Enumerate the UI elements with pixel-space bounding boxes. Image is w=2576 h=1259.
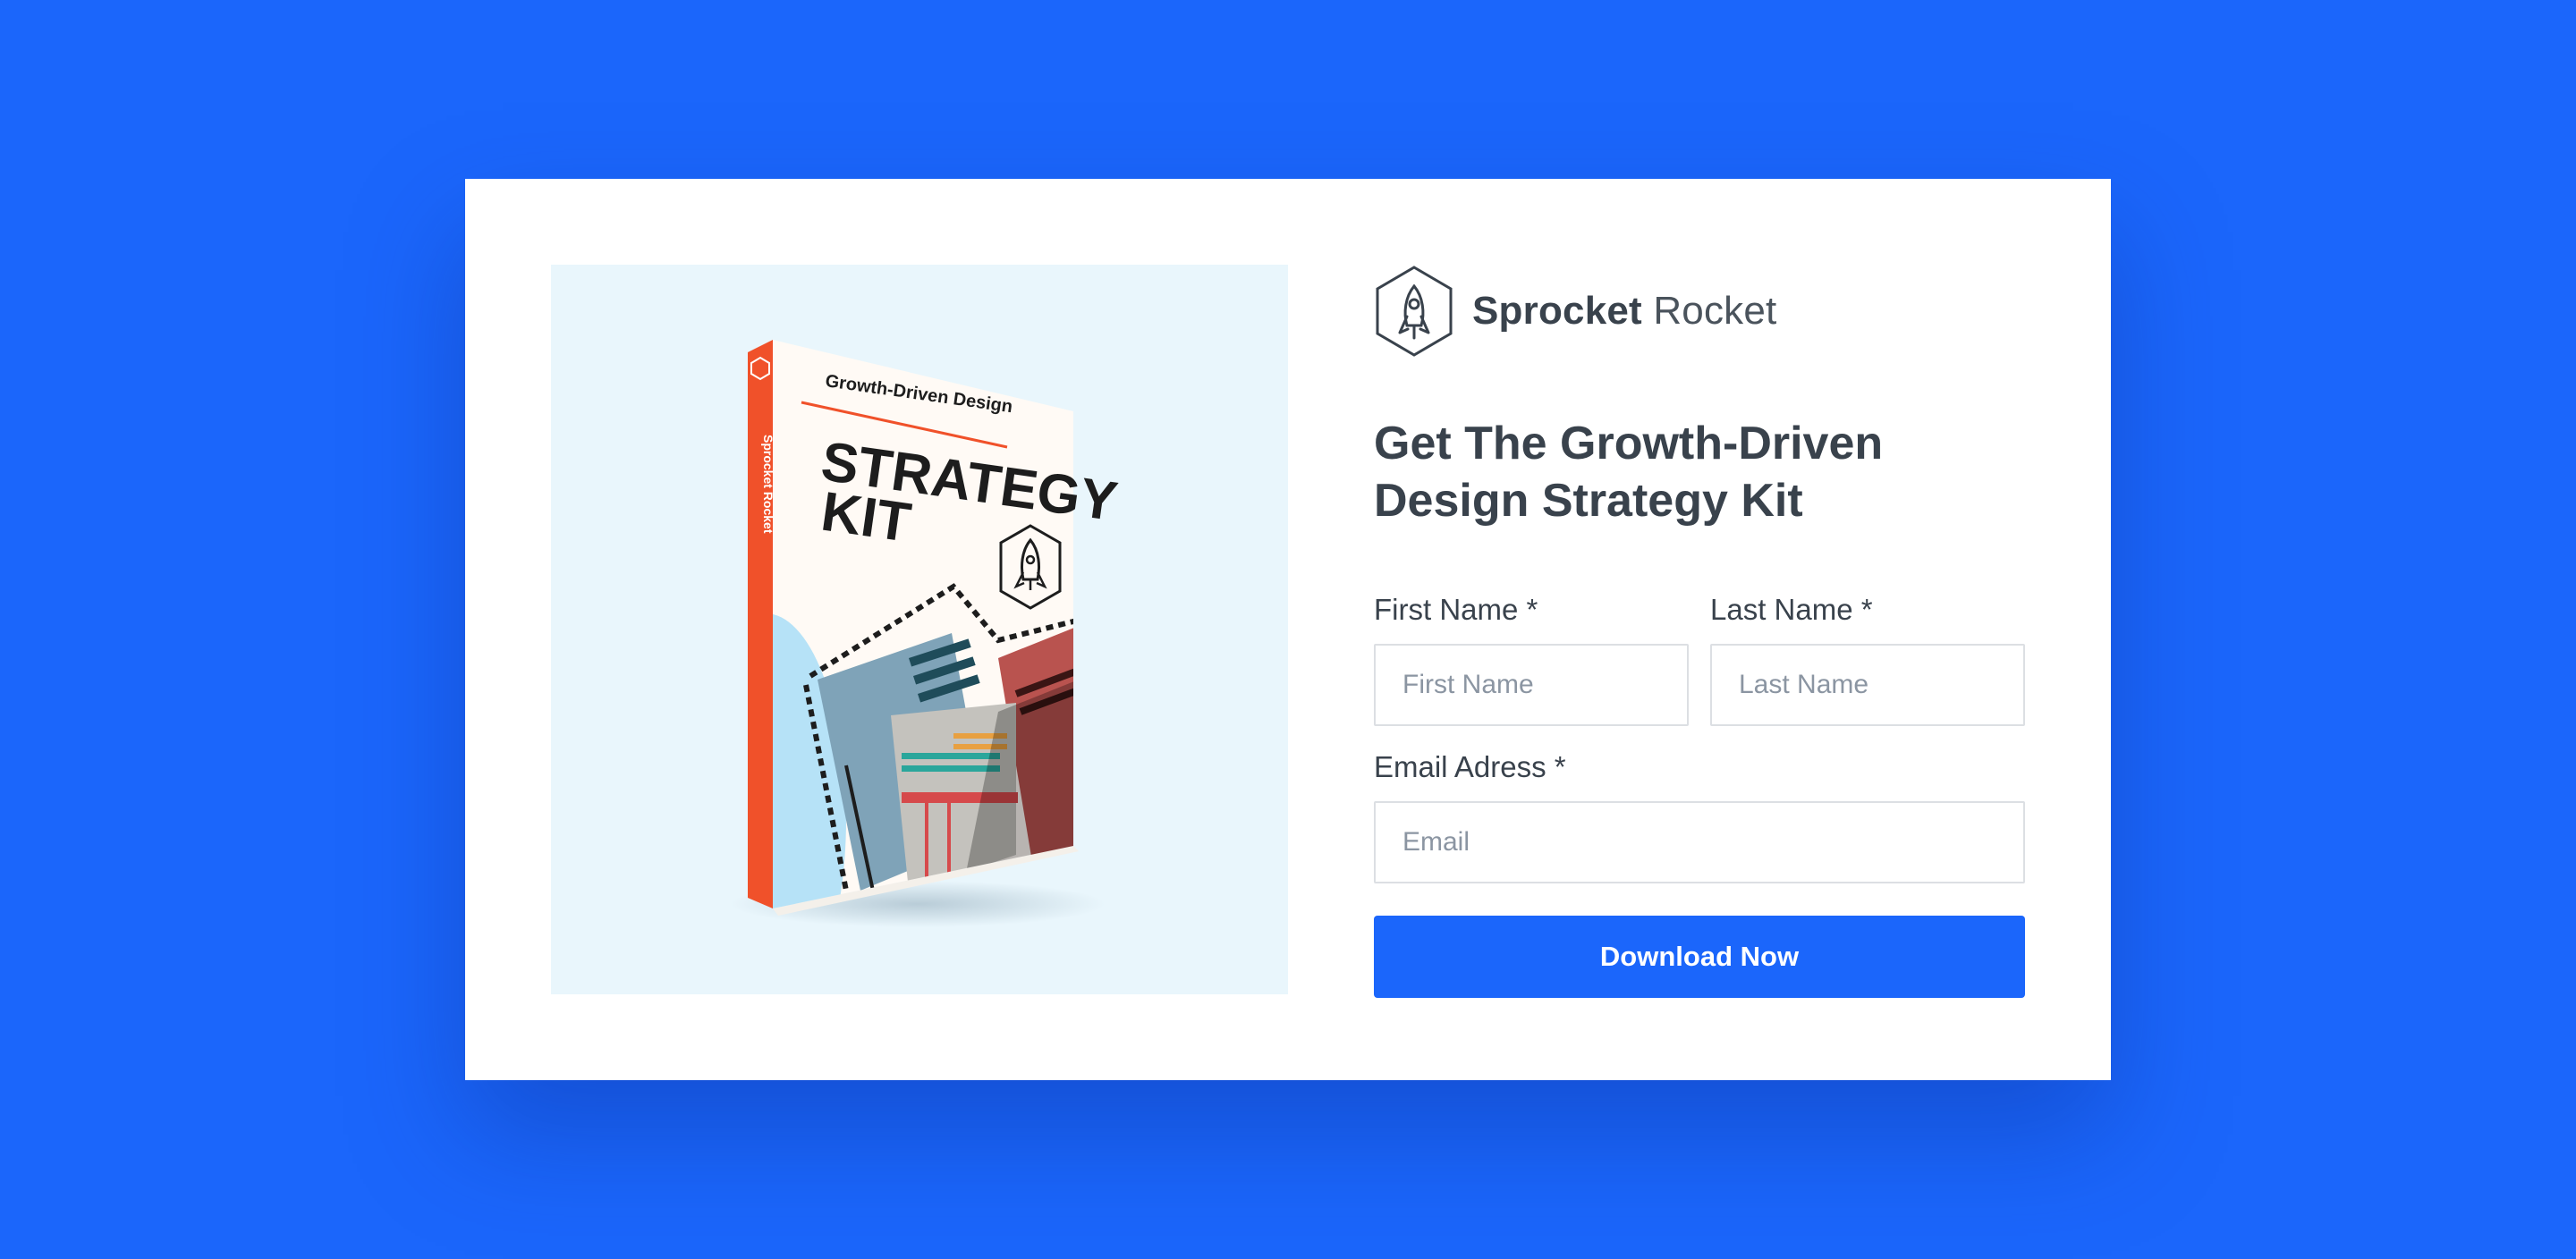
book-spine-text: Sprocket Rocket — [761, 435, 775, 534]
strategy-kit-book-image: Growth-Driven Design STRATEGY KIT Sprock… — [730, 340, 1121, 927]
first-name-field-group: First Name * — [1374, 590, 1689, 726]
book-spine — [748, 340, 773, 908]
rocket-hexagon-icon — [1376, 266, 1453, 357]
product-image-panel: Growth-Driven Design STRATEGY KIT Sprock… — [551, 265, 1288, 994]
signup-card: Growth-Driven Design STRATEGY KIT Sprock… — [465, 179, 2111, 1080]
name-fields-row: First Name * Last Name * — [1374, 590, 2025, 726]
download-now-button[interactable]: Download Now — [1374, 916, 2025, 998]
brand-name: Sprocket Rocket — [1472, 289, 1776, 334]
email-field-row: Email Adress * — [1374, 748, 2025, 883]
email-input[interactable] — [1374, 801, 2025, 883]
last-name-input[interactable] — [1710, 644, 2025, 726]
form-headline: Get The Growth-Driven Design Strategy Ki… — [1374, 418, 1884, 527]
book-title-line2: KIT — [818, 481, 915, 554]
first-name-label: First Name * — [1374, 593, 1538, 626]
last-name-field-group: Last Name * — [1710, 590, 2025, 726]
last-name-label: Last Name * — [1710, 593, 1873, 626]
signup-form-panel: Sprocket Rocket Get The Growth-Driven De… — [1374, 265, 2025, 998]
brand-header: Sprocket Rocket — [1374, 265, 2025, 358]
first-name-input[interactable] — [1374, 644, 1689, 726]
email-label: Email Adress * — [1374, 750, 1566, 783]
brand-name-strong: Sprocket — [1472, 289, 1642, 333]
email-field-group: Email Adress * — [1374, 748, 2025, 883]
brand-name-light: Rocket — [1653, 289, 1777, 333]
